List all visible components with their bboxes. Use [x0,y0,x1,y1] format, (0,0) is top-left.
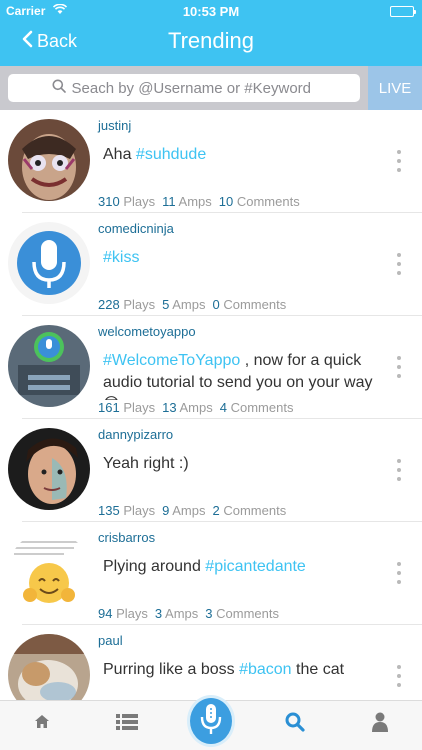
avatar[interactable] [8,119,90,201]
more-options-icon[interactable] [396,562,402,584]
hashtag-link[interactable]: #bacon [239,661,292,678]
app: Carrier 10:53 PM Back Trending LIVE [0,0,422,750]
microphone-icon [200,703,222,740]
post-item[interactable]: paul Purring like a boss #bacon the cat [0,625,422,700]
post-item[interactable]: crisbarros Plying around #picantedante 9… [0,522,422,625]
post-username[interactable]: justinj [98,118,131,133]
search-bar: LIVE [0,66,422,110]
tab-search[interactable] [280,709,310,739]
more-options-icon[interactable] [396,150,402,172]
list-icon [116,713,138,735]
post-stats: 94 Plays 3 Amps 3 Comments [98,606,279,621]
post-caption: Yeah right :) [103,455,189,472]
post-username[interactable]: welcometoyappo [98,324,196,339]
more-options-icon[interactable] [396,459,402,481]
avatar[interactable] [8,325,90,407]
more-options-icon[interactable] [396,253,402,275]
tab-list[interactable] [112,709,142,739]
tab-home[interactable] [27,709,57,739]
avatar[interactable] [8,531,90,613]
post-username[interactable]: dannypizarro [98,427,173,442]
post-item[interactable]: comedicninja #kiss 228 Plays 5 Amps 0 Comm… [0,213,422,316]
post-item[interactable]: justinj Aha #suhdude 310 Plays 11 Amps 10 … [0,110,422,213]
search-icon [285,712,305,737]
nav-header: Carrier 10:53 PM Back Trending [0,0,422,66]
post-username[interactable]: paul [98,633,123,648]
post-caption: #kiss [103,247,373,269]
search-input[interactable] [71,79,317,97]
status-bar: Carrier 10:53 PM [0,0,422,22]
tab-profile[interactable] [365,709,395,739]
post-username[interactable]: crisbarros [98,530,155,545]
trending-feed[interactable]: justinj Aha #suhdude 310 Plays 11 Amps 10 … [0,110,422,700]
profile-icon [372,712,388,737]
page-title: Trending [167,28,254,53]
avatar[interactable] [8,634,90,700]
search-icon [52,79,72,98]
home-icon [35,715,49,733]
status-time: 10:53 PM [182,4,240,19]
post-username[interactable]: comedicninja [98,221,174,236]
post-stats: 228 Plays 5 Amps 0 Comments [98,297,287,312]
avatar[interactable] [8,428,90,510]
record-button[interactable] [187,695,235,747]
post-item[interactable]: dannypizarro Yeah right :) 135 Plays 9 Am… [0,419,422,522]
hashtag-link[interactable]: #WelcomeToYappo [103,352,240,369]
hashtag-link[interactable]: #picantedante [205,558,306,575]
hashtag-link[interactable]: #suhdude [136,146,206,163]
avatar[interactable] [8,222,90,304]
post-caption: Purring like a boss #bacon the cat [103,661,345,678]
search-field[interactable] [8,74,360,102]
more-options-icon[interactable] [396,356,402,378]
post-stats: 161 Plays 13 Amps 4 Comments [98,400,294,415]
post-caption: #WelcomeToYappo , now for a quick audio … [103,352,373,400]
post-item[interactable]: welcometoyappo #WelcomeToYappo , now for… [0,316,422,419]
live-button[interactable]: LIVE [368,66,422,110]
post-stats: 135 Plays 9 Amps 2 Comments [98,503,287,518]
post-stats: 310 Plays 11 Amps 10 Comments [98,194,300,209]
hashtag-link[interactable]: #kiss [103,249,139,266]
more-options-icon[interactable] [396,665,402,687]
post-caption: Plying around #picantedante [103,558,306,575]
post-caption: Aha #suhdude [103,146,207,163]
battery-icon [390,6,416,17]
